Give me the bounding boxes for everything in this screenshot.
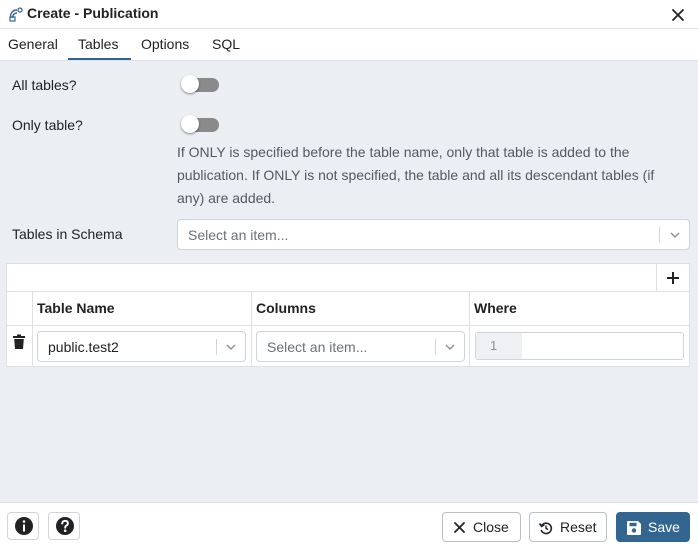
tab-options[interactable]: Options: [141, 36, 189, 52]
where-editor[interactable]: 1: [475, 332, 684, 360]
save-icon: [627, 521, 641, 535]
column-divider: [469, 326, 470, 366]
grid-header: Table Name Columns Where: [7, 292, 689, 326]
column-header-where: Where: [474, 300, 517, 316]
dialog-footer: Close Reset Save: [0, 502, 698, 551]
tab-bar: General Tables Options SQL: [0, 29, 698, 61]
column-divider: [469, 292, 470, 326]
all-tables-toggle[interactable]: [181, 75, 219, 93]
tab-general[interactable]: General: [8, 36, 58, 52]
trash-icon[interactable]: [11, 334, 27, 350]
column-divider: [251, 326, 252, 366]
close-icon: [454, 522, 465, 533]
column-divider: [251, 292, 252, 326]
help-icon: [56, 517, 74, 535]
close-button[interactable]: Close: [442, 512, 521, 542]
reset-button-label: Reset: [560, 519, 597, 535]
columns-select[interactable]: Select an item...: [256, 331, 465, 362]
select-separator: [435, 339, 436, 355]
add-row-button[interactable]: [656, 264, 689, 292]
chevron-down-icon: [226, 344, 236, 350]
dialog-titlebar: Create - Publication: [0, 0, 698, 29]
column-header-columns: Columns: [256, 300, 316, 316]
help-button[interactable]: [48, 512, 80, 540]
reset-button[interactable]: Reset: [529, 512, 607, 542]
select-separator: [216, 339, 217, 355]
toggle-knob: [181, 75, 199, 93]
tab-tables[interactable]: Tables: [78, 36, 118, 52]
chevron-down-icon: [445, 344, 455, 350]
tables-in-schema-select[interactable]: Select an item...: [177, 219, 690, 250]
info-button[interactable]: [7, 512, 39, 540]
save-button[interactable]: Save: [616, 512, 690, 542]
close-icon[interactable]: [669, 6, 687, 24]
all-tables-label: All tables?: [12, 77, 77, 93]
tables-in-schema-label: Tables in Schema: [12, 226, 123, 242]
select-placeholder: Select an item...: [188, 227, 289, 243]
tables-grid: Table Name Columns Where public.test2 Se…: [6, 263, 690, 367]
table-name-value: public.test2: [48, 339, 119, 355]
line-number: 1: [476, 333, 522, 359]
table-row: public.test2 Select an item... 1: [7, 326, 689, 366]
column-divider: [32, 292, 33, 326]
reset-icon: [538, 522, 553, 535]
table-name-select[interactable]: public.test2: [37, 331, 246, 362]
column-header-table-name: Table Name: [37, 300, 115, 316]
active-tab-indicator: [68, 58, 131, 60]
only-table-help-text: If ONLY is specified before the table na…: [177, 144, 655, 206]
grid-toolbar: [7, 264, 689, 292]
chevron-down-icon: [670, 232, 680, 238]
only-table-toggle[interactable]: [181, 115, 219, 133]
select-separator: [659, 227, 660, 243]
close-button-label: Close: [473, 519, 509, 535]
column-divider: [32, 326, 33, 366]
plus-icon: [667, 272, 679, 284]
save-button-label: Save: [648, 519, 680, 535]
only-table-label: Only table?: [12, 117, 83, 133]
tab-sql[interactable]: SQL: [212, 36, 240, 52]
dialog-title: Create - Publication: [27, 5, 159, 21]
info-icon: [15, 517, 33, 535]
tables-panel: All tables? Only table? If ONLY is speci…: [0, 61, 698, 502]
publication-icon: [9, 7, 23, 22]
toggle-knob: [181, 115, 199, 133]
select-placeholder: Select an item...: [267, 339, 368, 355]
